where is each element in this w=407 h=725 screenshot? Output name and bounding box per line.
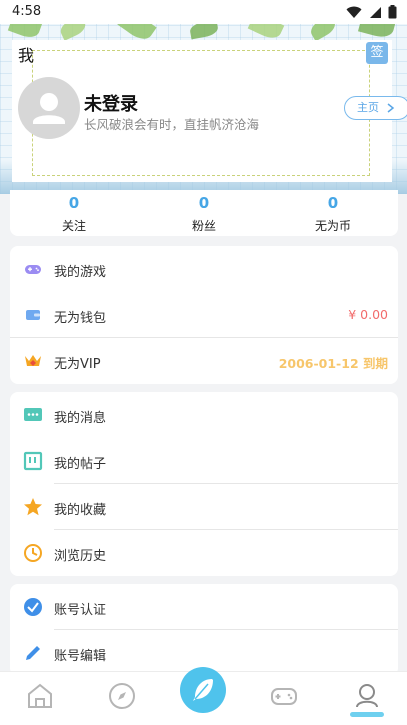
message-icon: [24, 408, 42, 421]
feather-icon: [193, 679, 213, 701]
sign-label: 签: [370, 45, 384, 60]
signal-icon: [370, 6, 381, 18]
menu-item-history[interactable]: 浏览历史: [10, 530, 398, 576]
wallet-balance: ¥ 0.00: [348, 307, 388, 322]
post-feather-button[interactable]: [180, 667, 226, 713]
menu-item-favorites[interactable]: 我的收藏: [10, 484, 398, 530]
home-label: 主页: [357, 101, 379, 114]
stat-fans[interactable]: 0 粉丝: [159, 194, 249, 234]
battery-icon: [388, 5, 397, 19]
slogan: 长风破浪会有时，直挂帆济沧海: [84, 117, 260, 132]
wallet-icon: [26, 310, 40, 320]
avatar[interactable]: [18, 77, 80, 139]
stat-value: 0: [68, 194, 80, 212]
stat-label: 关注: [61, 219, 86, 233]
status-bar: 4:58: [0, 0, 407, 24]
menu-item-messages[interactable]: 我的消息: [10, 392, 398, 438]
stats-bar: 0 关注 0 粉丝 0 无为币: [10, 190, 398, 236]
menu-label: 无为钱包: [54, 311, 107, 326]
menu-label: 账号认证: [54, 603, 107, 618]
post-icon: [23, 451, 43, 471]
star-icon: [24, 498, 42, 516]
menu-group-settings: 账号认证 账号编辑: [10, 584, 398, 676]
gamepad-icon: [25, 265, 41, 274]
menu-label: 账号编辑: [54, 649, 107, 664]
profile-frame: [32, 50, 370, 176]
stat-value: 0: [198, 194, 210, 212]
user-placeholder-icon: [33, 93, 65, 124]
wifi-icon: [346, 6, 362, 18]
menu-item-wallet[interactable]: 无为钱包 ¥ 0.00: [10, 292, 398, 338]
menu-label: 我的游戏: [54, 265, 107, 280]
history-clock-icon: [24, 544, 42, 562]
menu-label: 我的收藏: [54, 503, 107, 518]
stat-follow[interactable]: 0 关注: [29, 194, 119, 234]
bottom-tab-bar: [0, 667, 407, 725]
menu-item-verification[interactable]: 账号认证: [10, 584, 398, 630]
profile-card: 我 签 未登录 长风破浪会有时，直挂帆济沧海: [12, 40, 392, 182]
menu-group-account: 我的游戏 无为钱包 ¥ 0.00 无为VIP 2006-01-12 到期: [10, 246, 398, 384]
menu-label: 无为VIP: [54, 357, 101, 372]
gamepad-tab-icon[interactable]: [268, 680, 300, 712]
menu-group-content: 我的消息 我的帖子 我的收藏 浏览历史: [10, 392, 398, 576]
stat-value: 0: [327, 194, 339, 212]
menu-item-posts[interactable]: 我的帖子: [10, 438, 398, 484]
vip-expiry: 2006-01-12 到期: [278, 356, 388, 371]
username[interactable]: 未登录: [84, 90, 138, 116]
sign-in-button[interactable]: 签: [366, 42, 388, 64]
stat-coins[interactable]: 0 无为币: [288, 194, 378, 234]
menu-item-my-games[interactable]: 我的游戏: [10, 246, 398, 292]
page-title: 我: [18, 46, 35, 65]
menu-item-vip[interactable]: 无为VIP 2006-01-12 到期: [10, 338, 398, 384]
stat-label: 无为币: [314, 219, 351, 233]
chevron-right-icon: [387, 103, 395, 113]
status-icons: [346, 5, 397, 19]
pencil-icon: [26, 646, 40, 660]
compass-tab-icon[interactable]: [106, 680, 138, 712]
menu-label: 我的消息: [54, 411, 107, 426]
home-page-button[interactable]: 主页: [344, 96, 407, 120]
home-tab-icon[interactable]: [24, 680, 56, 712]
active-tab-indicator: [350, 712, 384, 717]
stat-label: 粉丝: [191, 219, 216, 233]
status-time: 4:58: [12, 4, 42, 19]
menu-label: 浏览历史: [54, 549, 107, 564]
menu-label: 我的帖子: [54, 457, 107, 472]
vip-crown-icon: [25, 355, 41, 366]
profile-tab-icon[interactable]: [351, 680, 383, 712]
verify-check-icon: [24, 598, 42, 616]
